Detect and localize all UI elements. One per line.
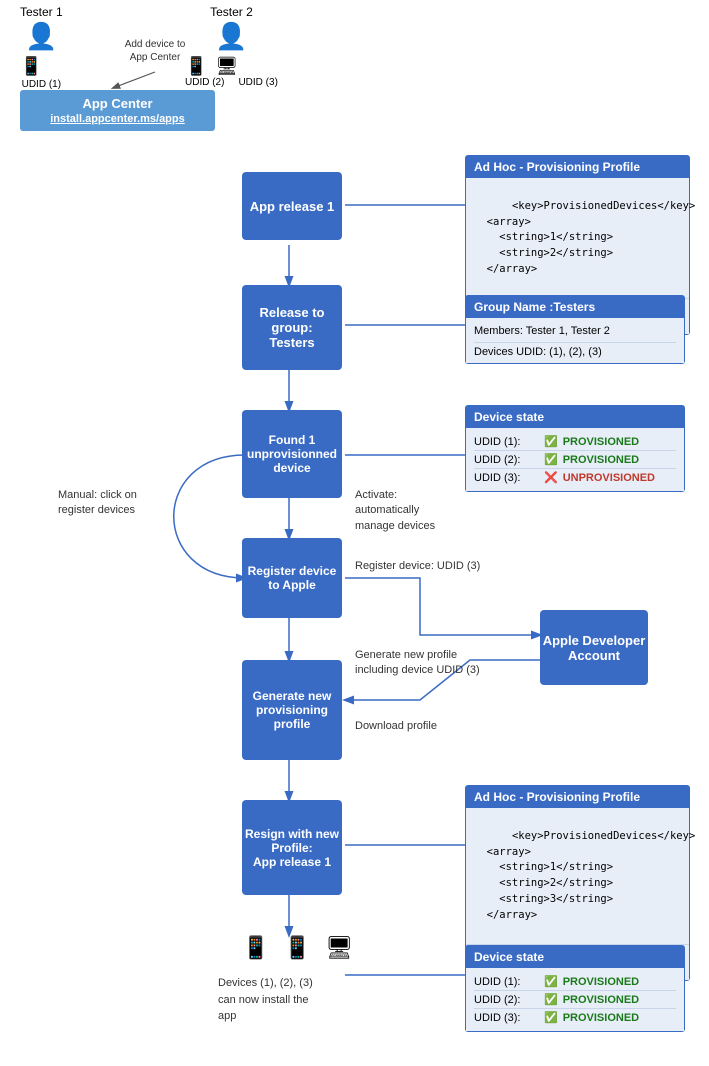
device-state1-header: Device state bbox=[466, 406, 684, 428]
device-state-panel-2: Device state UDID (1): ✅ PROVISIONED UDI… bbox=[465, 945, 685, 1032]
manual-label: Manual: click on register devices bbox=[58, 488, 178, 519]
device-state-panel-1: Device state UDID (1): ✅ PROVISIONED UDI… bbox=[465, 405, 685, 492]
tester1-label: Tester 1 bbox=[20, 5, 63, 19]
tester2-udid2: UDID (2) bbox=[185, 77, 224, 88]
found-device-box: Found 1 unprovisionned device bbox=[242, 410, 342, 498]
udid1-status-1: PROVISIONED bbox=[563, 436, 639, 448]
release-group-box: Release to group: Testers bbox=[242, 285, 342, 370]
tester2-label: Tester 2 bbox=[185, 5, 278, 19]
tester1-phone-icon: 📱 bbox=[20, 56, 42, 77]
udid3-label-2: UDID (3): bbox=[474, 1012, 539, 1024]
udid3-status-1: UNPROVISIONED bbox=[563, 472, 655, 484]
adhoc2-header: Ad Hoc - Provisioning Profile bbox=[466, 786, 689, 808]
adhoc1-body: <key>ProvisionedDevices</key> <array> <s… bbox=[466, 178, 689, 298]
tester1-person: Tester 1 👤 📱 UDID (1) bbox=[20, 5, 63, 90]
tester2-udid3: UDID (3) bbox=[238, 77, 277, 88]
device-tablet: 🖥 bbox=[325, 935, 357, 960]
adhoc1-header: Ad Hoc - Provisioning Profile bbox=[466, 156, 689, 178]
apple-dev-box: Apple Developer Account bbox=[540, 610, 648, 685]
app-center-link[interactable]: install.appcenter.ms/apps bbox=[28, 113, 207, 125]
udid1-label-1: UDID (1): bbox=[474, 436, 539, 448]
adhoc2-body: <key>ProvisionedDevices</key> <array> <s… bbox=[466, 808, 689, 944]
device-phone-2: 📱 bbox=[284, 935, 315, 960]
device-state1-body: UDID (1): ✅ PROVISIONED UDID (2): ✅ PROV… bbox=[466, 428, 684, 491]
udid3-status-2: PROVISIONED bbox=[563, 1012, 639, 1024]
udid2-status-1: PROVISIONED bbox=[563, 454, 639, 466]
devices-install-label: Devices (1), (2), (3) can now install th… bbox=[218, 975, 313, 1025]
register-device-box: Register device to Apple bbox=[242, 538, 342, 618]
udid2-label-2: UDID (2): bbox=[474, 994, 539, 1006]
udid2-check-2: ✅ bbox=[544, 993, 558, 1006]
tester2-tablet-icon: 🖥 bbox=[215, 56, 238, 77]
add-device-label: Add device to App Center bbox=[120, 38, 190, 64]
app-release-box: App release 1 bbox=[242, 172, 342, 240]
group-panel: Group Name :Testers Members: Tester 1, T… bbox=[465, 295, 685, 364]
udid1-label-2: UDID (1): bbox=[474, 976, 539, 988]
udid2-status-2: PROVISIONED bbox=[563, 994, 639, 1006]
device-state2-header: Device state bbox=[466, 946, 684, 968]
group-devices: Devices UDID: (1), (2), (3) bbox=[474, 346, 602, 358]
group-members: Members: Tester 1, Tester 2 bbox=[474, 323, 676, 339]
register-udid3-label: Register device: UDID (3) bbox=[355, 560, 480, 572]
adhoc1-code: <key>ProvisionedDevices</key> <array> <s… bbox=[474, 200, 695, 275]
device-state2-body: UDID (1): ✅ PROVISIONED UDID (2): ✅ PROV… bbox=[466, 968, 684, 1031]
tester2-phone-icon: 📱 bbox=[185, 56, 207, 77]
udid1-check-2: ✅ bbox=[544, 975, 558, 988]
download-profile-label: Download profile bbox=[355, 720, 437, 732]
group-header: Group Name :Testers bbox=[466, 296, 684, 318]
udid3-check-2: ✅ bbox=[544, 1011, 558, 1024]
diagram-container: Tester 1 👤 📱 UDID (1) Add device to App … bbox=[0, 0, 709, 1066]
tester2-body: 👤 bbox=[185, 21, 278, 52]
app-center-box[interactable]: App Center install.appcenter.ms/apps bbox=[20, 90, 215, 131]
udid1-status-2: PROVISIONED bbox=[563, 976, 639, 988]
resign-box: Resign with new Profile: App release 1 bbox=[242, 800, 342, 895]
tester1-body: 👤 bbox=[20, 21, 63, 52]
udid2-check-1: ✅ bbox=[544, 453, 558, 466]
udid2-label-1: UDID (2): bbox=[474, 454, 539, 466]
udid1-check-1: ✅ bbox=[544, 435, 558, 448]
generate-profile-label: Generate new profile including device UD… bbox=[355, 648, 480, 679]
adhoc2-code: <key>ProvisionedDevices</key> <array> <s… bbox=[474, 830, 695, 921]
tester2-person: Tester 2 👤 📱 🖥 UDID (2) UDID (3) bbox=[185, 5, 278, 88]
udid3-x-1: ❌ bbox=[544, 471, 558, 484]
udid3-label-1: UDID (3): bbox=[474, 472, 539, 484]
group-body: Members: Tester 1, Tester 2 Devices UDID… bbox=[466, 318, 684, 363]
bottom-devices: 📱 📱 🖥 bbox=[242, 935, 357, 961]
app-center-title: App Center bbox=[28, 96, 207, 111]
tester1-udid: UDID (1) bbox=[20, 79, 63, 90]
activate-label: Activate: automatically manage devices bbox=[355, 488, 465, 534]
generate-profile-box: Generate new provisioning profile bbox=[242, 660, 342, 760]
device-phone-1: 📱 bbox=[242, 935, 273, 960]
